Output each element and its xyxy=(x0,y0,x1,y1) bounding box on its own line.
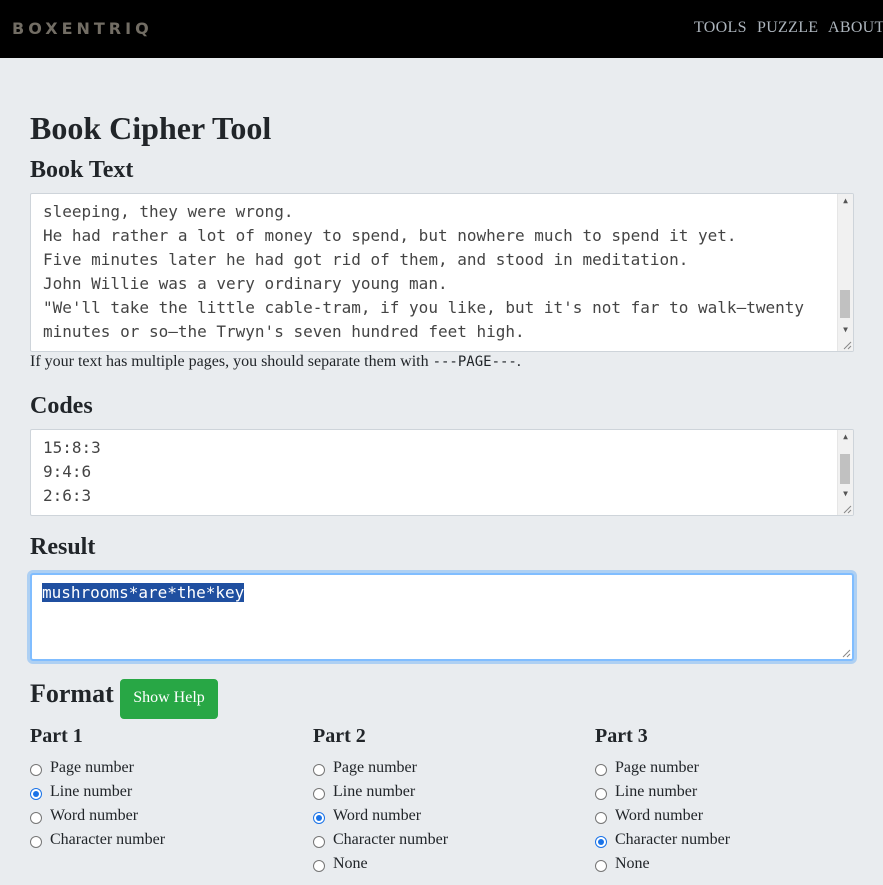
option-label: Line number xyxy=(50,783,133,800)
radio-button[interactable] xyxy=(313,764,325,776)
option-label: Word number xyxy=(333,807,422,824)
option-label: Page number xyxy=(50,759,134,776)
radio-button[interactable] xyxy=(313,860,325,872)
option-label: Page number xyxy=(333,759,417,776)
option-label: None xyxy=(333,855,368,872)
radio-button[interactable] xyxy=(595,812,607,824)
option-label: Character number xyxy=(615,831,731,848)
option-label: None xyxy=(615,855,650,872)
code-line: 2:6:3 xyxy=(43,486,92,505)
scroll-up-icon[interactable]: ▲ xyxy=(838,194,853,208)
radio-button[interactable] xyxy=(30,836,42,848)
book-text-heading: Book Text xyxy=(30,157,134,183)
radio-button-checked[interactable] xyxy=(595,836,607,848)
resize-handle-icon[interactable] xyxy=(841,648,851,658)
part-3-title: Part 3 xyxy=(595,725,648,747)
codes-textarea[interactable]: 15:8:3 9:4:6 2:6:3 ▲ ▼ xyxy=(30,429,854,516)
book-text-textarea[interactable]: sleeping, they were wrong. He had rather… xyxy=(30,193,854,352)
option-label: Page number xyxy=(615,759,699,776)
scroll-thumb[interactable] xyxy=(840,290,850,318)
page-title: Book Cipher Tool xyxy=(30,110,272,146)
hint-text: If your text has multiple pages, you sho… xyxy=(30,353,433,370)
book-text-line: "We'll take the little cable-tram, if yo… xyxy=(43,298,804,317)
scroll-thumb[interactable] xyxy=(840,454,850,484)
codes-scrollbar[interactable]: ▲ ▼ xyxy=(837,430,853,515)
scroll-down-icon[interactable]: ▼ xyxy=(838,323,853,337)
scroll-down-icon[interactable]: ▼ xyxy=(838,487,853,501)
resize-handle-icon[interactable] xyxy=(842,340,852,350)
show-help-button[interactable]: Show Help xyxy=(120,679,218,719)
option-label: Character number xyxy=(333,831,449,848)
book-text-line: Five minutes later he had got rid of the… xyxy=(43,250,689,269)
scroll-up-icon[interactable]: ▲ xyxy=(838,430,853,444)
radio-button[interactable] xyxy=(595,788,607,800)
resize-handle-icon[interactable] xyxy=(842,504,852,514)
radio-button[interactable] xyxy=(313,836,325,848)
option-label: Character number xyxy=(50,831,166,848)
result-textarea[interactable]: mushrooms*are*the*key xyxy=(30,573,854,661)
book-text-line: He had rather a lot of money to spend, b… xyxy=(43,226,737,245)
radio-button[interactable] xyxy=(30,812,42,824)
navbar: BOXENTRIQ TOOLS PUZZLE ABOUT xyxy=(0,0,883,58)
book-text-line: sleeping, they were wrong. xyxy=(43,202,294,221)
codes-heading: Codes xyxy=(30,393,93,419)
book-text-scrollbar[interactable]: ▲ ▼ xyxy=(837,194,853,351)
part-2-title: Part 2 xyxy=(313,725,366,747)
option-label: Word number xyxy=(615,807,704,824)
code-line: 9:4:6 xyxy=(43,462,92,481)
radio-button[interactable] xyxy=(30,764,42,776)
result-text: mushrooms*are*the*key xyxy=(42,583,245,602)
book-text-line: minutes or so—the Trwyn's seven hundred … xyxy=(43,322,525,341)
nav-link-about[interactable]: ABOUT xyxy=(828,19,883,37)
radio-button-checked[interactable] xyxy=(313,812,325,824)
radio-button-checked[interactable] xyxy=(30,788,42,800)
page-separator-hint: If your text has multiple pages, you sho… xyxy=(30,353,521,371)
code-line: 15:8:3 xyxy=(43,438,101,457)
book-text-line: John Willie was a very ordinary young ma… xyxy=(43,274,448,293)
radio-button[interactable] xyxy=(595,764,607,776)
hint-code: ---PAGE--- xyxy=(432,354,517,370)
option-label: Word number xyxy=(50,807,139,824)
format-heading: Format xyxy=(30,679,114,708)
nav-link-tools[interactable]: TOOLS xyxy=(694,19,747,37)
brand-logo[interactable]: BOXENTRIQ xyxy=(12,19,153,38)
radio-button[interactable] xyxy=(595,860,607,872)
hint-suffix: . xyxy=(516,353,521,370)
nav-link-puzzle[interactable]: PUZZLE xyxy=(757,19,818,37)
radio-button[interactable] xyxy=(313,788,325,800)
option-label: Line number xyxy=(333,783,416,800)
result-heading: Result xyxy=(30,534,96,560)
part-1-title: Part 1 xyxy=(30,725,83,747)
option-label: Line number xyxy=(615,783,698,800)
